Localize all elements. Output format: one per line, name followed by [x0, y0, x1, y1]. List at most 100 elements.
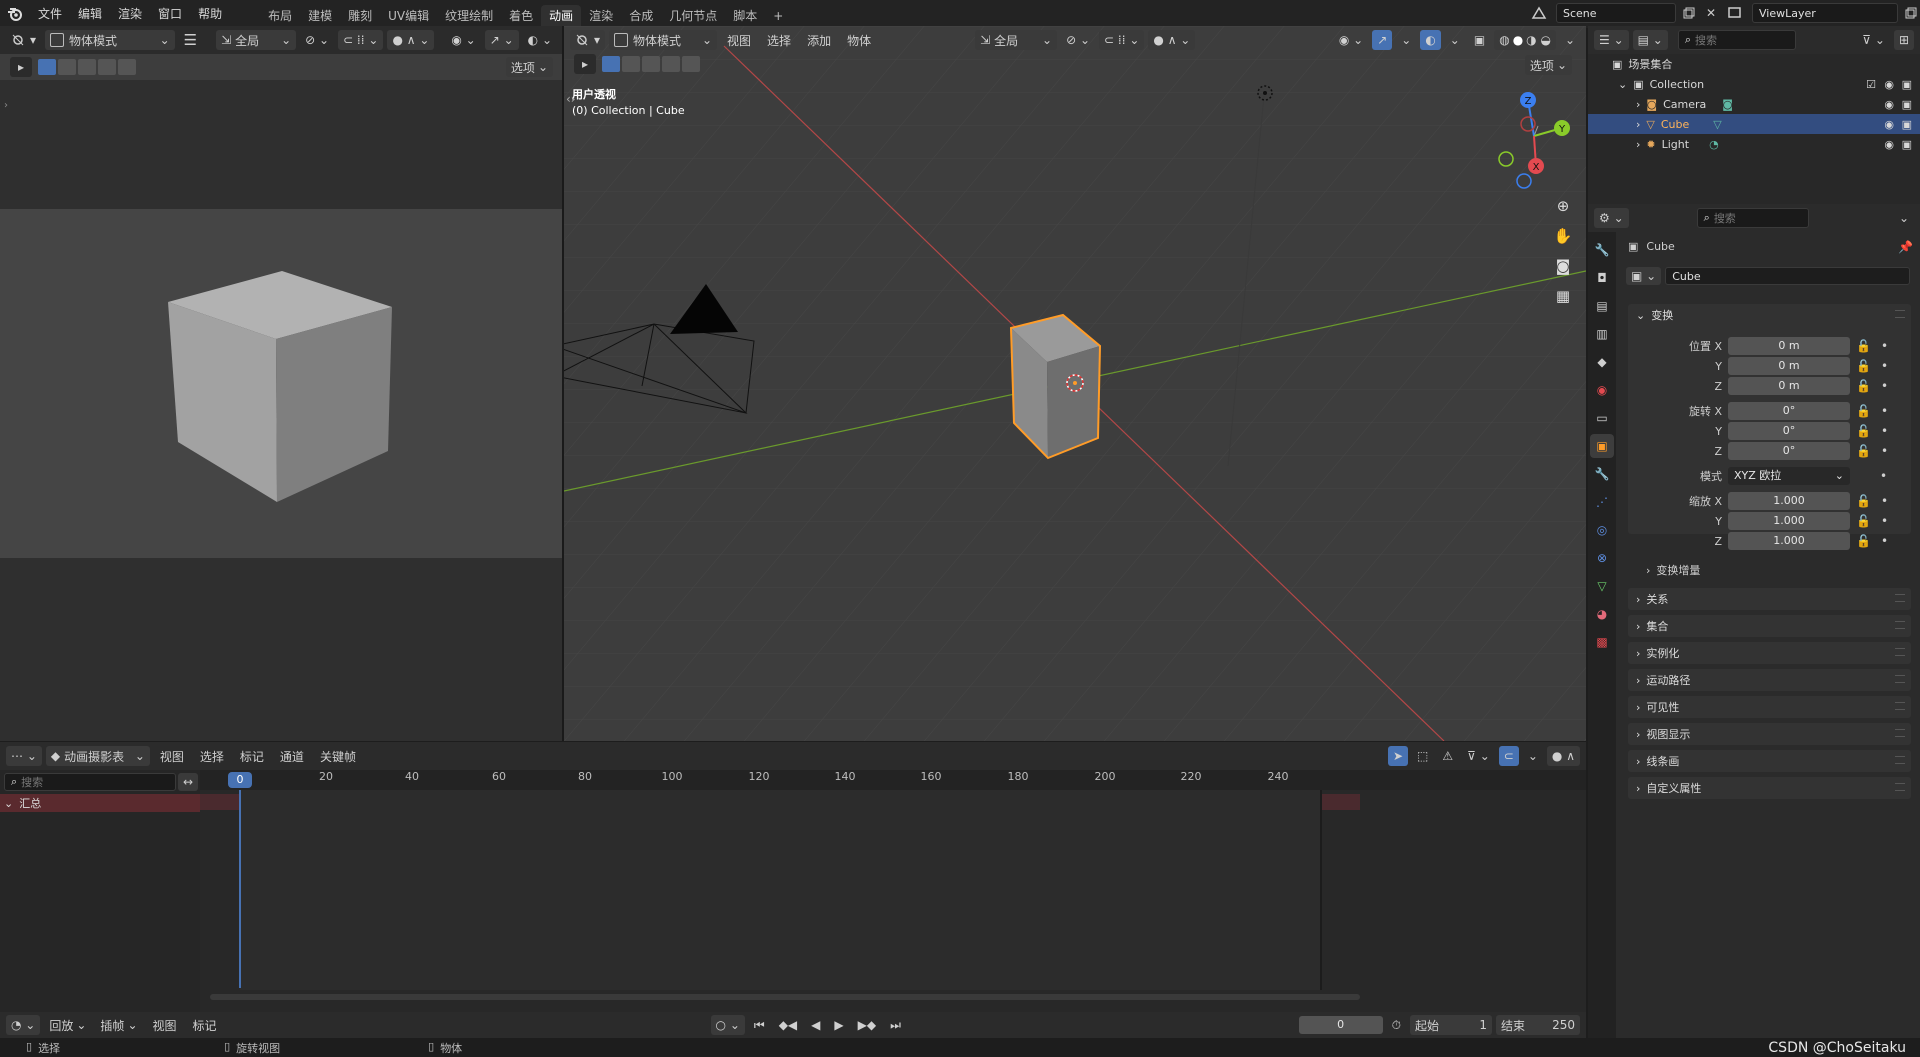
- pin-icon[interactable]: 📌: [1898, 240, 1913, 254]
- workspace-tab-animation[interactable]: 动画: [541, 4, 582, 27]
- texture-tab-icon[interactable]: ▩: [1590, 630, 1614, 654]
- panel-relations[interactable]: › 关系: [1628, 588, 1911, 610]
- panel-viewport-display[interactable]: › 视图显示: [1628, 723, 1911, 745]
- collection-checkbox-icon[interactable]: ☑: [1866, 78, 1876, 91]
- lock-icon[interactable]: 🔓: [1856, 444, 1871, 458]
- light-visibility-icon[interactable]: ◉: [1884, 138, 1894, 151]
- shading-modes-icon[interactable]: ◍ ● ◑ ◒: [1494, 30, 1556, 50]
- transform-panel-header[interactable]: ⌄ 变换: [1628, 304, 1911, 326]
- main-overlay-dropdown-icon[interactable]: ⌄: [1445, 30, 1465, 50]
- object-name-field[interactable]: Cube: [1665, 267, 1910, 285]
- main-select-tool-icon[interactable]: ▸: [574, 54, 596, 74]
- prev-keyframe-icon[interactable]: ◆◀: [774, 1015, 802, 1035]
- data-tab-icon[interactable]: ▽: [1590, 574, 1614, 598]
- dopesheet-mode-dropdown[interactable]: ◆ 动画摄影表 ⌄: [45, 746, 150, 766]
- workspace-tab-geometry-nodes[interactable]: 几何节点: [661, 5, 725, 27]
- main-menu-add[interactable]: 添加: [801, 32, 837, 49]
- main-gizmo-toggle-icon[interactable]: ↗: [1372, 30, 1393, 50]
- panel-motion-paths[interactable]: › 运动路径: [1628, 669, 1911, 691]
- outliner-search-input[interactable]: ⌕ 搜索: [1677, 30, 1796, 50]
- particles-tab-icon[interactable]: ⋰: [1590, 490, 1614, 514]
- menu-help[interactable]: 帮助: [190, 0, 230, 28]
- workspace-tab-uv-editing[interactable]: UV编辑: [380, 5, 437, 27]
- menu-file[interactable]: 文件: [30, 0, 70, 28]
- blender-logo-icon[interactable]: [0, 0, 30, 28]
- dopesheet-menu-select[interactable]: 选择: [194, 748, 230, 765]
- dopesheet-editor-type-icon[interactable]: ⋯ ⌄: [6, 746, 42, 766]
- panel-grip-icon[interactable]: [1895, 675, 1905, 683]
- main-3d-viewport[interactable]: ▾ 物体模式 ⌄ 视图 选择 添加 物体 ⇲ 全局 ⌄ ⊘ ⌄ ⊂ ⁞⁞ ⌄ ● ∧ …: [564, 26, 1586, 741]
- keyframe-dot-icon[interactable]: •: [1881, 359, 1888, 373]
- outliner-item-light[interactable]: › ✹ Light ◔ ◉ ▣: [1588, 134, 1920, 154]
- channel-search-input[interactable]: ⌕ 搜索: [4, 773, 176, 791]
- collapse-arrow-icon[interactable]: ⌄: [1618, 78, 1627, 91]
- camera-view-icon[interactable]: ◙: [1550, 254, 1576, 278]
- main-selection-mode-group[interactable]: [602, 56, 700, 72]
- main-options-dropdown[interactable]: 选项 ⌄: [1524, 55, 1572, 75]
- light-render-icon[interactable]: ▣: [1902, 138, 1912, 151]
- panel-grip-icon[interactable]: [1895, 702, 1905, 710]
- outliner-collection[interactable]: ⌄ ▣ Collection ☑ ◉ ▣: [1588, 74, 1920, 94]
- frame-ruler[interactable]: 20 40 60 80 100 120 140 160 180 200 220 …: [200, 770, 1586, 790]
- camera-render-icon[interactable]: ▣: [1902, 98, 1912, 111]
- main-menu-object[interactable]: 物体: [841, 32, 877, 49]
- scale-x-field[interactable]: 1.000: [1728, 492, 1850, 510]
- keyframe-dot-icon[interactable]: •: [1881, 404, 1888, 418]
- lock-icon[interactable]: 🔓: [1856, 379, 1871, 393]
- left-region-toggle-icon[interactable]: ›: [4, 100, 8, 111]
- jump-end-icon[interactable]: ⏭: [885, 1015, 906, 1035]
- menu-edit[interactable]: 编辑: [70, 0, 110, 28]
- shading-dropdown-icon[interactable]: ⌄: [1560, 30, 1580, 50]
- dopesheet-menu-view[interactable]: 视图: [154, 748, 190, 765]
- preview-range-icon[interactable]: ⏱: [1387, 1015, 1406, 1035]
- next-keyframe-icon[interactable]: ▶◆: [853, 1015, 881, 1035]
- main-editor-type-button[interactable]: ▾: [570, 30, 606, 50]
- scene-icon[interactable]: [1526, 3, 1552, 23]
- workspace-tab-layout[interactable]: 布局: [260, 5, 300, 27]
- dopesheet-menu-key[interactable]: 关键帧: [314, 748, 362, 765]
- playback-menu[interactable]: 回放 ⌄: [44, 1015, 91, 1035]
- keyframe-dot-icon[interactable]: •: [1881, 424, 1888, 438]
- panel-grip-icon[interactable]: [1895, 594, 1905, 602]
- rotation-x-field[interactable]: 0°: [1728, 402, 1850, 420]
- outliner-item-camera[interactable]: › ◙ Camera ◙ ◉ ▣: [1588, 94, 1920, 114]
- pan-hand-icon[interactable]: ✋: [1550, 224, 1576, 248]
- main-proportional-edit-icon[interactable]: ● ∧ ⌄: [1148, 30, 1196, 50]
- ortho-grid-icon[interactable]: ▦: [1550, 284, 1576, 308]
- properties-options-icon[interactable]: ⌄: [1894, 208, 1914, 228]
- camera-viewport[interactable]: ▾ 物体模式 ⌄ ☰ ⇲ 全局 ⌄ ⊘ ⌄ ⊂ ⁞⁞ ⌄ ● ∧ ⌄ ◉ ⌄ ↗ ⌄ …: [0, 26, 563, 741]
- main-overlay-toggle-icon[interactable]: ◐: [1420, 30, 1441, 50]
- only-selected-icon[interactable]: ➤: [1387, 746, 1409, 766]
- delta-transform-subpanel[interactable]: › 变换增量: [1646, 562, 1700, 578]
- material-tab-icon[interactable]: ◕: [1590, 602, 1614, 626]
- main-visibility-icon[interactable]: ◉ ⌄: [1334, 30, 1368, 50]
- collection-render-icon[interactable]: ▣: [1902, 78, 1912, 91]
- snap-dropdown-icon[interactable]: ⌄: [1523, 746, 1543, 766]
- rotation-y-field[interactable]: 0°: [1728, 422, 1850, 440]
- keyframe-dot-icon[interactable]: •: [1881, 339, 1888, 353]
- workspace-tab-sculpting[interactable]: 雕刻: [340, 5, 380, 27]
- keyframe-region[interactable]: 20 40 60 80 100 120 140 160 180 200 220 …: [200, 770, 1586, 1012]
- panel-grip-icon[interactable]: [1895, 310, 1905, 318]
- auto-snap-icon[interactable]: ⊂: [1498, 746, 1519, 766]
- navigation-gizmo[interactable]: Z Y X: [1494, 86, 1574, 196]
- outliner-filter-icon[interactable]: ⊽ ⌄: [1857, 30, 1890, 50]
- keyframe-dot-icon[interactable]: •: [1880, 469, 1887, 483]
- workspace-tab-compositing[interactable]: 合成: [621, 5, 661, 27]
- properties-editor-type-icon[interactable]: ⚙ ⌄: [1594, 208, 1629, 228]
- expand-arrow-icon[interactable]: ›: [1636, 138, 1640, 151]
- current-frame-field[interactable]: 0: [1298, 1016, 1383, 1034]
- workspace-tab-scripting[interactable]: 脚本: [725, 5, 765, 27]
- lock-icon[interactable]: 🔓: [1856, 424, 1871, 438]
- cube-visibility-icon[interactable]: ◉: [1884, 118, 1894, 131]
- keying-menu[interactable]: 插帧 ⌄: [95, 1015, 142, 1035]
- location-x-field[interactable]: 0 m: [1728, 337, 1850, 355]
- horizontal-scrollbar[interactable]: [210, 994, 1360, 1000]
- add-workspace-button[interactable]: +: [765, 5, 791, 27]
- timeline-menu-view[interactable]: 视图: [147, 1017, 183, 1034]
- panel-collections[interactable]: › 集合: [1628, 615, 1911, 637]
- workspace-tab-shading[interactable]: 着色: [501, 5, 541, 27]
- properties-search-input[interactable]: ⌕ 搜索: [1696, 208, 1809, 228]
- playhead-frame-badge[interactable]: 0: [228, 772, 252, 788]
- main-menu-select[interactable]: 选择: [761, 32, 797, 49]
